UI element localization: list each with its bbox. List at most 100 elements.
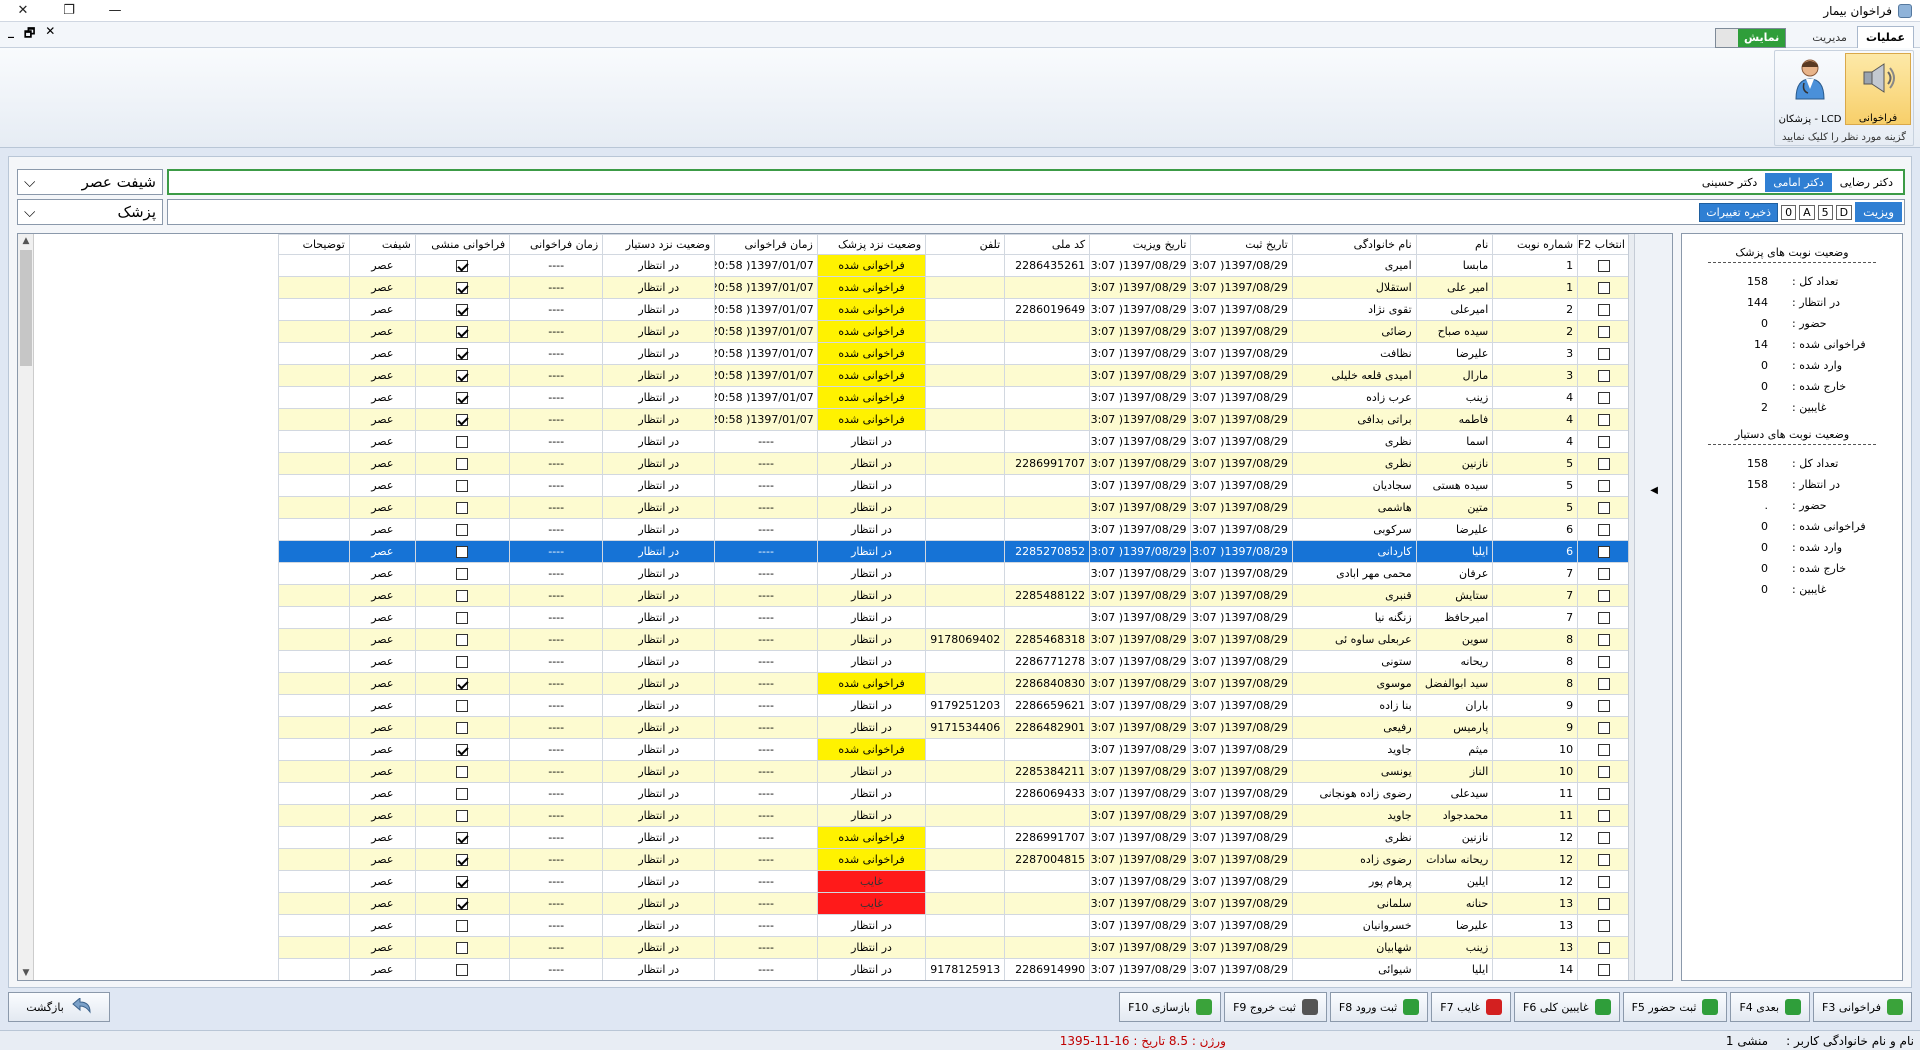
table-row[interactable]: 3علیرضانظافت1397/08/29( 13:07 )1397/08/2… xyxy=(278,342,1630,365)
table-row[interactable]: 12ایلینپرهام پور1397/08/29( 13:07 )1397/… xyxy=(278,870,1630,893)
select-checkbox[interactable] xyxy=(1597,326,1610,338)
column-header[interactable]: زمان فراخوانی xyxy=(714,234,818,255)
secretary-call-cell[interactable] xyxy=(414,870,511,893)
secretary-call-checkbox[interactable] xyxy=(456,304,469,316)
select-checkbox[interactable] xyxy=(1597,832,1610,844)
select-checkbox[interactable] xyxy=(1597,656,1610,668)
function-button[interactable]: غایب F7 xyxy=(1431,992,1512,1022)
function-button[interactable]: ثبت خروج F9 xyxy=(1224,992,1327,1022)
select-cell[interactable] xyxy=(1577,430,1630,453)
table-row[interactable]: 5متینهاشمی1397/08/29( 13:07 )1397/08/29(… xyxy=(278,496,1630,519)
select-checkbox[interactable] xyxy=(1597,502,1610,514)
column-header[interactable]: نام xyxy=(1415,234,1494,255)
select-cell[interactable] xyxy=(1577,386,1630,409)
secretary-call-checkbox[interactable] xyxy=(456,480,469,492)
select-checkbox[interactable] xyxy=(1597,304,1610,316)
table-row[interactable]: 8ریحانهستونی1397/08/29( 13:07 )1397/08/2… xyxy=(278,650,1630,673)
tab-operations[interactable]: عملیات xyxy=(1856,25,1914,48)
secretary-call-cell[interactable] xyxy=(414,672,511,695)
select-checkbox[interactable] xyxy=(1597,260,1610,272)
secretary-call-cell[interactable] xyxy=(414,342,511,365)
select-cell[interactable] xyxy=(1577,628,1630,651)
tab-doctor-rezaei[interactable]: دکتر رضایی xyxy=(1832,173,1901,192)
select-cell[interactable] xyxy=(1577,782,1630,805)
select-checkbox[interactable] xyxy=(1597,788,1610,800)
select-cell[interactable] xyxy=(1577,342,1630,365)
shift-select[interactable]: ⌵ شیفت عصر xyxy=(17,169,163,195)
select-cell[interactable] xyxy=(1577,914,1630,937)
function-button[interactable]: بازسازی F10 xyxy=(1119,992,1222,1022)
table-row[interactable]: 4فاطمهبراتی بدافی1397/08/29( 13:07 )1397… xyxy=(278,408,1630,431)
select-cell[interactable] xyxy=(1577,804,1630,827)
column-header[interactable]: تاریخ ویزیت xyxy=(1089,234,1192,255)
secretary-call-checkbox[interactable] xyxy=(456,634,469,646)
secretary-call-checkbox[interactable] xyxy=(456,766,469,778)
secretary-call-cell[interactable] xyxy=(414,628,511,651)
select-cell[interactable] xyxy=(1577,474,1630,497)
secretary-call-cell[interactable] xyxy=(414,298,511,321)
column-header[interactable]: توضیحات xyxy=(278,234,350,255)
secretary-call-checkbox[interactable] xyxy=(456,810,469,822)
select-checkbox[interactable] xyxy=(1597,854,1610,866)
secretary-call-cell[interactable] xyxy=(414,914,511,937)
tab-visit[interactable]: ویزیت xyxy=(1855,202,1902,222)
secretary-call-cell[interactable] xyxy=(414,364,511,387)
save-changes-button[interactable]: ذخیره تغییرات xyxy=(1699,202,1779,222)
column-header[interactable]: زمان فراخوانی xyxy=(509,234,604,255)
select-checkbox[interactable] xyxy=(1597,920,1610,932)
secretary-call-cell[interactable] xyxy=(414,738,511,761)
table-row[interactable]: 4زینبعرب زاده1397/08/29( 13:07 )1397/08/… xyxy=(278,386,1630,409)
select-checkbox[interactable] xyxy=(1597,810,1610,822)
secretary-call-cell[interactable] xyxy=(414,474,511,497)
select-checkbox[interactable] xyxy=(1597,634,1610,646)
select-cell[interactable] xyxy=(1577,672,1630,695)
secretary-call-cell[interactable] xyxy=(414,958,511,980)
scroll-down-icon[interactable]: ▼ xyxy=(18,968,34,978)
column-header[interactable]: انتخاب F2 xyxy=(1577,234,1630,255)
secretary-call-cell[interactable] xyxy=(414,408,511,431)
table-row[interactable]: 11سیدعلیرضوی زاده هونجانی1397/08/29( 13:… xyxy=(278,782,1630,805)
mdi-close-button[interactable]: ✕ xyxy=(45,24,55,45)
secretary-call-cell[interactable] xyxy=(414,716,511,739)
secretary-call-checkbox[interactable] xyxy=(456,458,469,470)
show-toggle-switch[interactable] xyxy=(1715,28,1738,47)
select-cell[interactable] xyxy=(1577,650,1630,673)
select-cell[interactable] xyxy=(1577,870,1630,893)
secretary-call-cell[interactable] xyxy=(414,694,511,717)
table-row[interactable]: 8سوینعربعلی ساوه ئی1397/08/29( 13:07 )13… xyxy=(278,628,1630,651)
select-checkbox[interactable] xyxy=(1597,546,1610,558)
secretary-call-cell[interactable] xyxy=(414,936,511,959)
select-cell[interactable] xyxy=(1577,408,1630,431)
table-row[interactable]: 13حنانهسلمانی1397/08/29( 13:07 )1397/08/… xyxy=(278,892,1630,915)
secretary-call-cell[interactable] xyxy=(414,562,511,585)
secretary-call-checkbox[interactable] xyxy=(456,436,469,448)
secretary-call-cell[interactable] xyxy=(414,760,511,783)
show-toggle[interactable]: نمایش xyxy=(1714,27,1787,48)
select-checkbox[interactable] xyxy=(1597,942,1610,954)
select-checkbox[interactable] xyxy=(1597,876,1610,888)
table-row[interactable]: 1امیر علیاستقلال1397/08/29( 13:07 )1397/… xyxy=(278,276,1630,299)
role-select[interactable]: ⌵ پزشک xyxy=(17,199,163,225)
select-checkbox[interactable] xyxy=(1597,524,1610,536)
secretary-call-cell[interactable] xyxy=(414,276,511,299)
select-cell[interactable] xyxy=(1577,254,1630,277)
table-row[interactable]: 13زینبشهابیان1397/08/29( 13:07 )1397/08/… xyxy=(278,936,1630,959)
secretary-call-checkbox[interactable] xyxy=(456,414,469,426)
secretary-call-checkbox[interactable] xyxy=(456,568,469,580)
select-checkbox[interactable] xyxy=(1597,568,1610,580)
secretary-call-cell[interactable] xyxy=(414,496,511,519)
key-5-box[interactable]: 5 xyxy=(1817,204,1833,220)
select-cell[interactable] xyxy=(1577,892,1630,915)
select-cell[interactable] xyxy=(1577,496,1630,519)
select-cell[interactable] xyxy=(1577,848,1630,871)
select-cell[interactable] xyxy=(1577,958,1630,980)
table-row[interactable]: 12ریحانه ساداترضوی زاده1397/08/29( 13:07… xyxy=(278,848,1630,871)
function-button[interactable]: فراخوانی F3 xyxy=(1813,992,1912,1022)
window-restore-button[interactable]: ❐ xyxy=(46,0,92,22)
select-cell[interactable] xyxy=(1577,716,1630,739)
secretary-call-cell[interactable] xyxy=(414,584,511,607)
select-cell[interactable] xyxy=(1577,606,1630,629)
select-cell[interactable] xyxy=(1577,518,1630,541)
select-cell[interactable] xyxy=(1577,760,1630,783)
column-header[interactable]: کد ملی xyxy=(1004,234,1091,255)
